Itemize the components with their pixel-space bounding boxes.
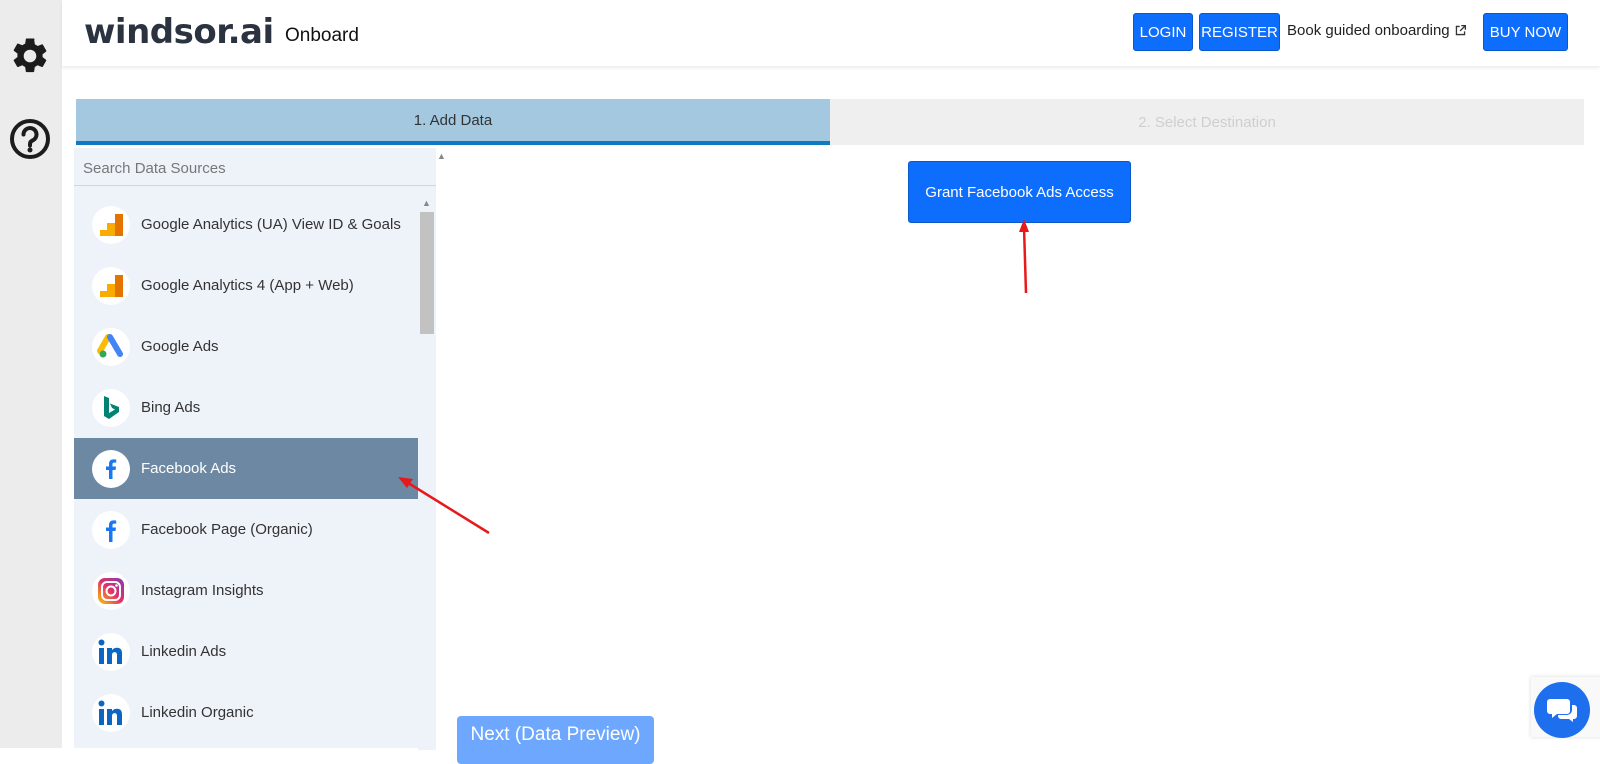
- sidebar-scroll-up-arrow[interactable]: ▲: [437, 151, 446, 161]
- list-item[interactable]: Google Ads: [74, 316, 418, 377]
- step-select-destination[interactable]: 2. Select Destination: [830, 99, 1584, 145]
- search-data-sources-input[interactable]: [74, 152, 436, 186]
- left-rail: [0, 0, 62, 748]
- list-scrollbar-thumb[interactable]: [420, 212, 434, 334]
- register-button[interactable]: REGISTER: [1199, 13, 1280, 51]
- grant-facebook-ads-access-button[interactable]: Grant Facebook Ads Access: [908, 161, 1131, 223]
- chat-widget-button[interactable]: [1534, 682, 1590, 738]
- annotation-arrow-to-grant-button: [1019, 219, 1029, 294]
- book-onboarding-label: Book guided onboarding: [1287, 22, 1450, 39]
- list-scroll-up-arrow[interactable]: ▲: [422, 198, 431, 208]
- chat-icon: [1547, 699, 1577, 722]
- windsor-logo[interactable]: windsor.ai: [84, 12, 274, 52]
- list-item-label: Bing Ads: [141, 399, 201, 416]
- list-item[interactable]: Linkedin Ads: [74, 621, 418, 682]
- list-item[interactable]: Google Analytics (UA) View ID & Goals: [74, 194, 418, 255]
- facebook-icon: [92, 449, 130, 488]
- help-icon[interactable]: [8, 117, 52, 161]
- step-tabs: 1. Add Data 2. Select Destination: [76, 99, 1584, 145]
- instagram-icon: [92, 571, 130, 610]
- list-item[interactable]: Facebook Page (Organic): [74, 499, 418, 560]
- step-add-data[interactable]: 1. Add Data: [76, 99, 830, 145]
- top-header: windsor.ai Onboard LOGIN REGISTER Book g…: [62, 0, 1600, 66]
- login-button[interactable]: LOGIN: [1133, 13, 1193, 51]
- google-ads-icon: [92, 327, 130, 366]
- facebook-icon: [92, 510, 130, 549]
- data-source-list: Google Analytics (UA) View ID & Goals Go…: [74, 194, 418, 754]
- list-item-label: Facebook Page (Organic): [141, 521, 313, 538]
- list-item[interactable]: Instagram Insights: [74, 560, 418, 621]
- list-item-label: Instagram Insights: [141, 582, 264, 599]
- linkedin-icon: [92, 632, 130, 671]
- bing-icon: [92, 388, 130, 427]
- google-analytics-icon: [92, 205, 130, 244]
- list-item[interactable]: Google Analytics 4 (App + Web): [74, 255, 418, 316]
- google-analytics-icon: [92, 266, 130, 305]
- gear-icon[interactable]: [8, 34, 52, 78]
- list-item-selected[interactable]: Facebook Ads: [74, 438, 418, 499]
- list-item[interactable]: Linkedin Organic: [74, 682, 418, 743]
- book-onboarding-link[interactable]: Book guided onboarding: [1287, 22, 1467, 39]
- data-source-sidebar: Google Analytics (UA) View ID & Goals Go…: [74, 148, 436, 748]
- page-subtitle: Onboard: [285, 25, 359, 46]
- list-item-label: Google Analytics (UA) View ID & Goals: [141, 216, 401, 233]
- list-item-label: Facebook Ads: [141, 460, 237, 477]
- list-item-label: Google Analytics 4 (App + Web): [141, 277, 354, 294]
- linkedin-icon: [92, 693, 130, 732]
- external-link-icon: [1455, 24, 1466, 36]
- list-item[interactable]: Bing Ads: [74, 377, 418, 438]
- list-item-label: Linkedin Organic: [141, 704, 254, 721]
- list-item-label: Google Ads: [141, 338, 219, 355]
- next-data-preview-button[interactable]: Next (Data Preview): [457, 716, 654, 764]
- buy-now-button[interactable]: BUY NOW: [1483, 13, 1568, 51]
- list-item-label: Linkedin Ads: [141, 643, 227, 660]
